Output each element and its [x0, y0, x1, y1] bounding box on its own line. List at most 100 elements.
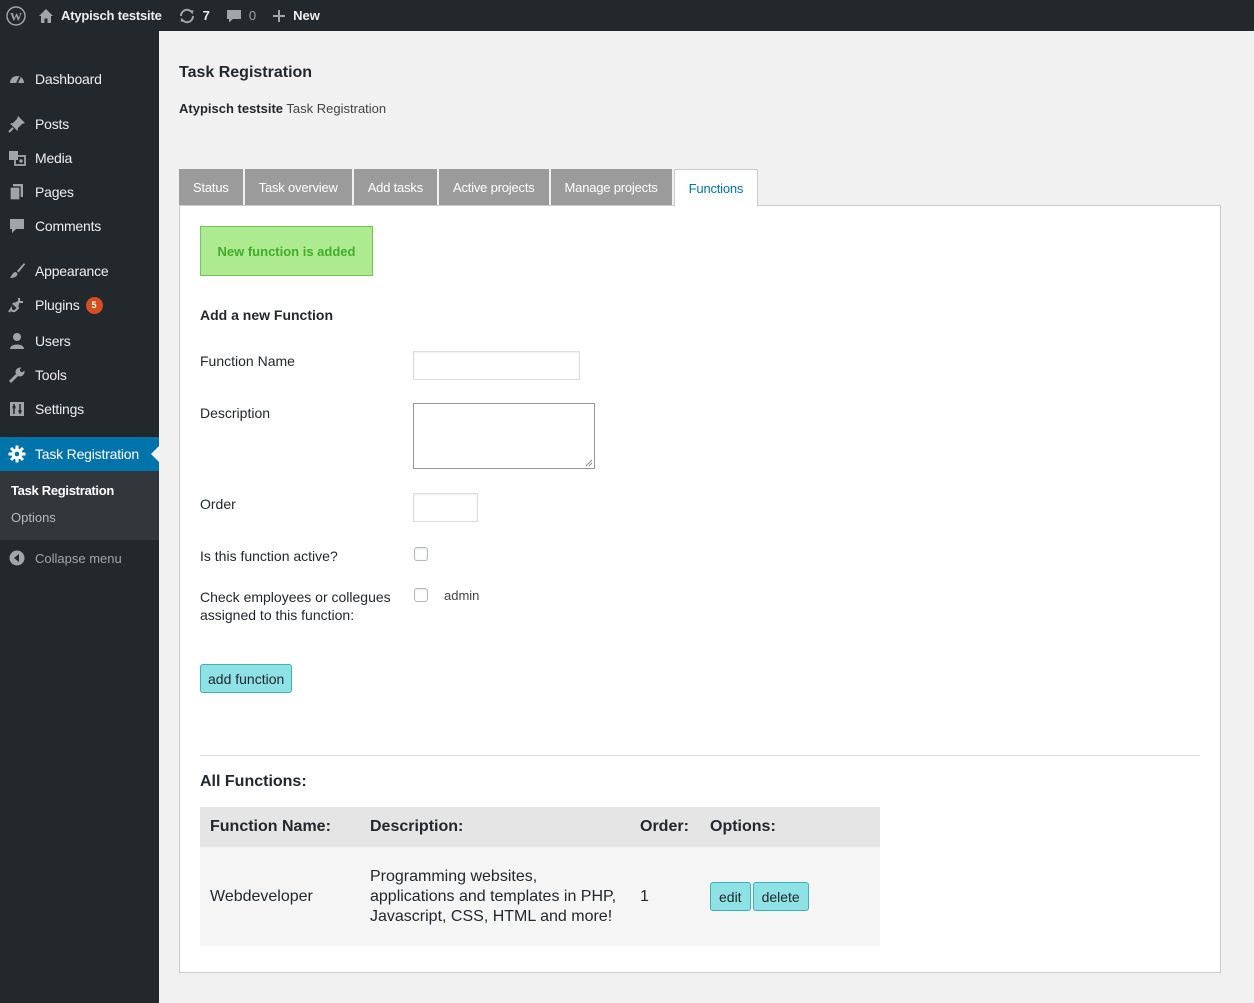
sidebar-item-plugins[interactable]: Plugins 5: [0, 288, 159, 322]
comments-count: 0: [248, 8, 257, 23]
tab-active-projects[interactable]: Active projects: [439, 169, 549, 206]
wrench-icon: [7, 365, 27, 385]
new-label: New: [293, 8, 320, 23]
pin-icon: [7, 114, 27, 134]
submenu-item-options[interactable]: Options: [11, 510, 56, 525]
page-subtitle: Atypisch testsite Task Registration: [179, 101, 386, 116]
user-icon: [7, 331, 27, 351]
description-textarea[interactable]: [413, 403, 595, 469]
collapse-menu-button[interactable]: Collapse menu: [0, 541, 159, 575]
column-header-name: Function Name:: [210, 818, 331, 835]
sidebar-item-label: Media: [35, 150, 73, 166]
cell-order: 1: [640, 887, 649, 905]
subtitle-text: Task Registration: [283, 101, 387, 116]
brush-icon: [7, 261, 27, 281]
tab-functions[interactable]: Functions: [673, 169, 759, 207]
sidebar-item-users[interactable]: Users: [0, 324, 159, 358]
success-notice: New function is added: [200, 226, 373, 276]
sidebar-item-settings[interactable]: Settings: [0, 392, 159, 426]
section-divider: [200, 755, 1200, 756]
cell-function-name: Webdeveloper: [210, 887, 313, 905]
dashboard-icon: [7, 69, 27, 89]
sidebar-item-label: Plugins: [35, 297, 80, 313]
sidebar-item-label: Pages: [35, 184, 74, 200]
tab-status[interactable]: Status: [179, 169, 243, 206]
gear-icon: [7, 444, 27, 464]
employee-admin-label: admin: [444, 588, 480, 603]
column-header-description: Description:: [370, 818, 464, 835]
sidebar-item-label: Settings: [35, 401, 84, 417]
column-header-options: Options:: [710, 818, 776, 835]
order-label: Order: [200, 496, 236, 512]
table-header: Function Name: Description: Order: Optio…: [200, 807, 880, 847]
tab-bar: Status Task overview Add tasks Active pr…: [179, 169, 760, 207]
employee-admin-checkbox[interactable]: [414, 588, 428, 602]
task-registration-submenu: Task Registration Options: [0, 471, 159, 540]
settings-icon: [7, 399, 27, 419]
sidebar-item-pages[interactable]: Pages: [0, 175, 159, 209]
tab-add-tasks[interactable]: Add tasks: [353, 169, 437, 206]
submenu-item-task-registration[interactable]: Task Registration: [11, 483, 114, 498]
subtitle-site-name: Atypisch testsite: [179, 101, 284, 116]
resize-handle-icon[interactable]: [585, 459, 593, 467]
comments-link[interactable]: 0: [218, 0, 264, 31]
employees-label: Check employees or collegues assigned to…: [200, 588, 391, 624]
order-input[interactable]: [413, 493, 478, 522]
pages-icon: [7, 182, 27, 202]
sidebar-item-label: Comments: [35, 218, 102, 234]
active-checkbox[interactable]: [414, 547, 428, 561]
sidebar-item-label: Task Registration: [35, 446, 139, 462]
add-function-heading: Add a new Function: [200, 307, 333, 323]
edit-button[interactable]: edit: [710, 882, 751, 911]
sidebar-item-posts[interactable]: Posts: [0, 107, 159, 141]
plugin-icon: [7, 295, 27, 315]
plus-icon: [272, 9, 286, 23]
update-icon: [178, 7, 196, 25]
site-name-link[interactable]: Atypisch testsite: [34, 0, 170, 31]
functions-table: Function Name: Description: Order: Optio…: [200, 807, 880, 946]
description-label: Description: [200, 405, 271, 421]
home-icon: [38, 8, 54, 24]
tab-task-overview[interactable]: Task overview: [244, 169, 352, 206]
sidebar-item-media[interactable]: Media: [0, 141, 159, 175]
add-function-button[interactable]: add function: [200, 664, 293, 693]
function-name-input[interactable]: [413, 351, 580, 380]
comment-bubble-icon: [226, 8, 242, 24]
table-row: Webdeveloper Programming websites, appli…: [200, 847, 880, 946]
plugin-updates-badge: 5: [85, 296, 103, 314]
sidebar-item-label: Users: [35, 333, 71, 349]
wordpress-logo-icon: W: [6, 5, 26, 26]
media-icon: [7, 148, 27, 168]
sidebar-item-label: Appearance: [35, 263, 109, 279]
svg-text:W: W: [10, 9, 22, 23]
function-name-label: Function Name: [200, 353, 295, 369]
functions-panel: New function is added Add a new Function…: [179, 205, 1221, 973]
admin-sidebar: Dashboard Posts Media Pages Comments App…: [0, 31, 159, 1003]
employees-label-line2: assigned to this function:: [200, 607, 355, 623]
sidebar-item-label: Posts: [35, 116, 70, 132]
page-title: Task Registration: [179, 64, 313, 81]
sidebar-item-label: Tools: [35, 367, 67, 383]
sidebar-item-task-registration[interactable]: Task Registration: [0, 437, 159, 471]
new-content-link[interactable]: New: [264, 0, 328, 31]
sidebar-item-appearance[interactable]: Appearance: [0, 254, 159, 288]
sidebar-item-label: Dashboard: [35, 71, 102, 87]
all-functions-heading: All Functions:: [200, 773, 307, 790]
active-label: Is this function active?: [200, 548, 338, 564]
admin-bar: W Atypisch testsite 7 0 New: [0, 0, 1254, 31]
cell-options: edit delete: [710, 882, 880, 911]
employees-label-line1: Check employees or collegues: [200, 589, 391, 605]
updates-count: 7: [202, 8, 210, 23]
delete-button[interactable]: delete: [752, 882, 809, 911]
cell-description: Programming websites, applications and t…: [370, 867, 617, 925]
collapse-menu-label: Collapse menu: [35, 550, 122, 566]
site-name-label: Atypisch testsite: [61, 8, 162, 23]
column-header-order: Order:: [640, 818, 689, 835]
sidebar-item-comments[interactable]: Comments: [0, 209, 159, 243]
comment-icon: [7, 216, 27, 236]
sidebar-item-tools[interactable]: Tools: [0, 358, 159, 392]
updates-link[interactable]: 7: [170, 0, 218, 31]
tab-manage-projects[interactable]: Manage projects: [550, 169, 672, 206]
sidebar-item-dashboard[interactable]: Dashboard: [0, 62, 159, 96]
wordpress-logo-button[interactable]: W: [0, 0, 34, 31]
